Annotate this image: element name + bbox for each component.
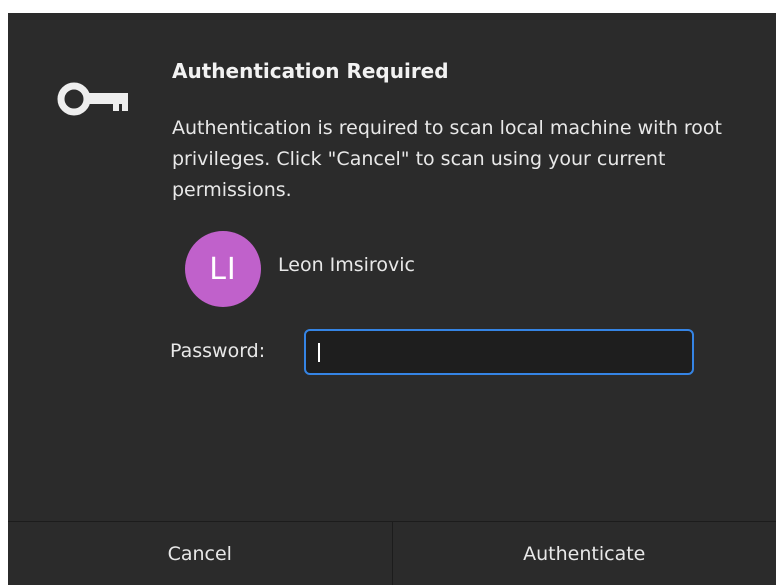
dialog-title: Authentication Required <box>172 59 449 83</box>
key-icon <box>56 79 128 119</box>
password-input[interactable] <box>304 329 694 375</box>
cancel-button[interactable]: Cancel <box>8 522 392 585</box>
button-bar: Cancel Authenticate <box>8 521 776 585</box>
authenticate-button[interactable]: Authenticate <box>393 522 776 585</box>
password-label: Password: <box>170 340 265 362</box>
text-caret <box>318 343 320 362</box>
auth-dialog: Authentication Required Authentication i… <box>8 13 776 584</box>
avatar: LI <box>185 231 261 307</box>
user-name: Leon Imsirovic <box>278 254 415 276</box>
dialog-message: Authentication is required to scan local… <box>172 113 752 206</box>
